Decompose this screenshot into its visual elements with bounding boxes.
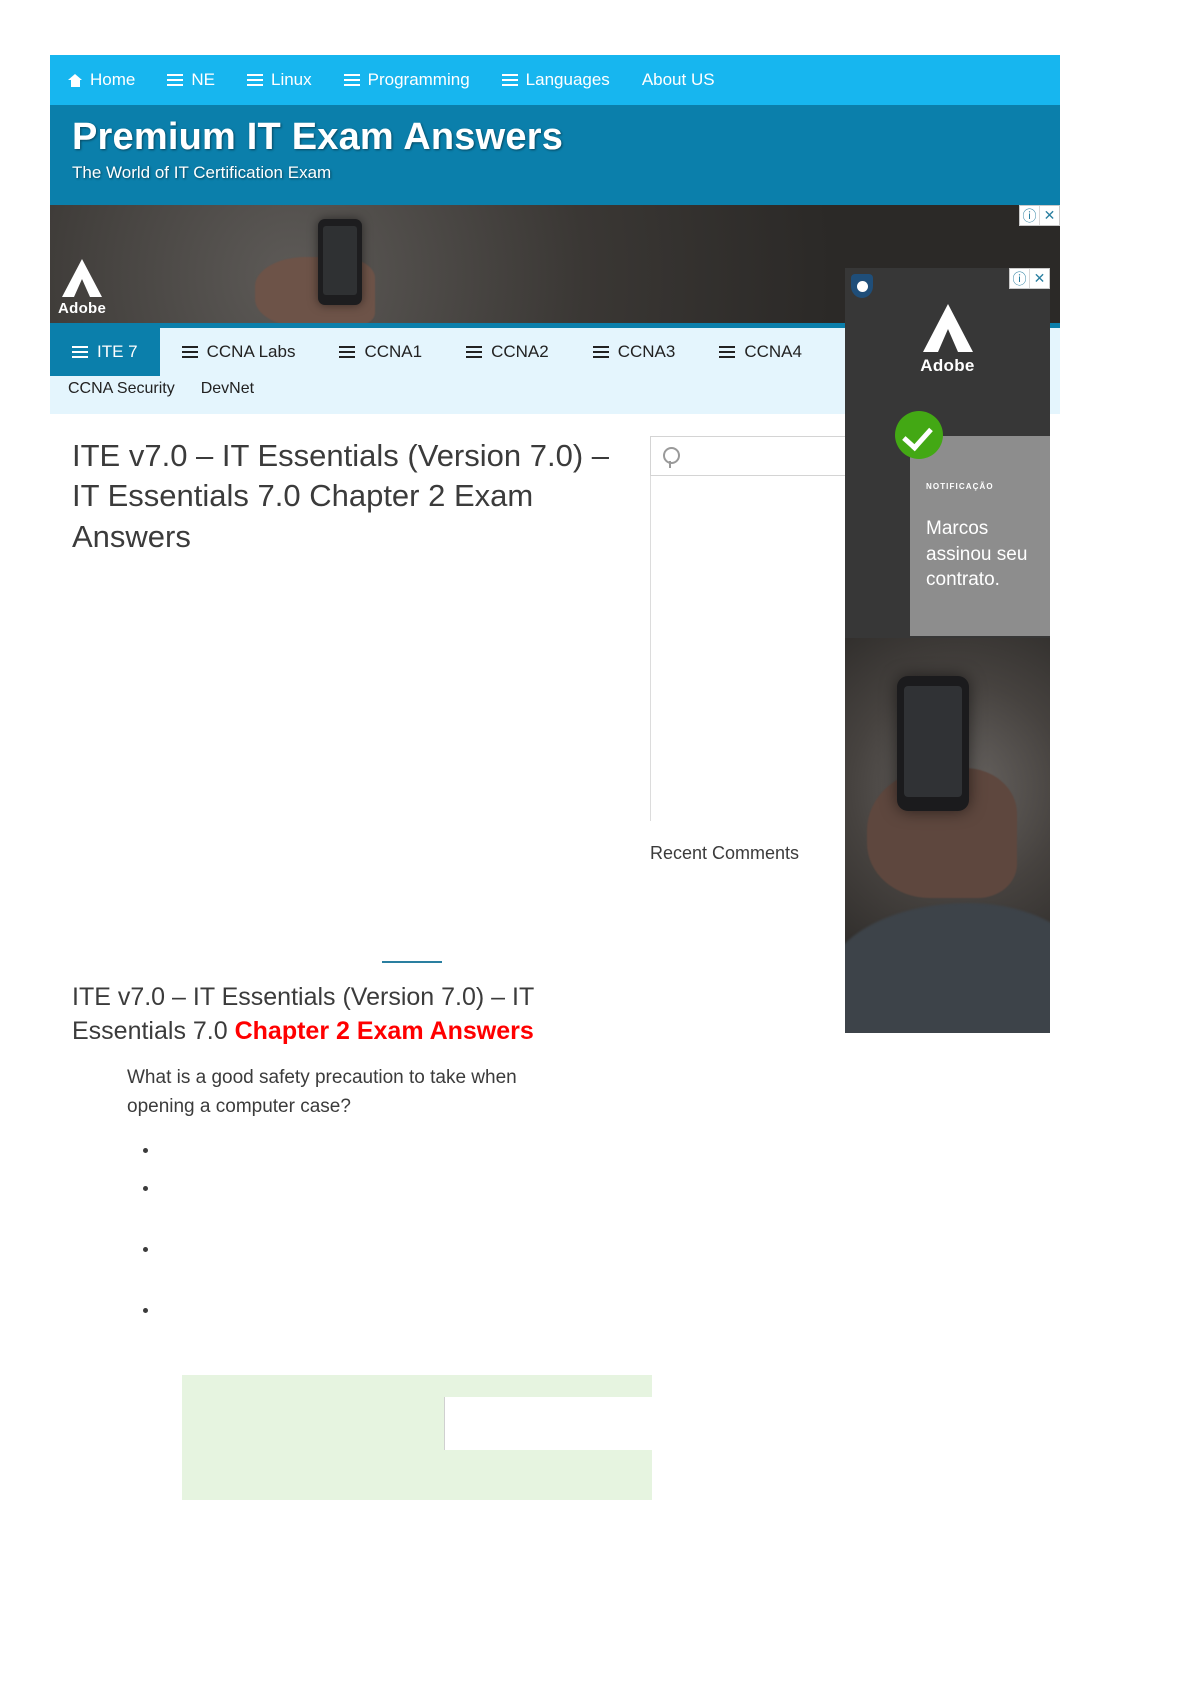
nav-item-home[interactable]: Home [68,70,151,90]
square-ad[interactable]: Adobe NOTIFICAÇÃO Marcos assinou seu con… [845,268,1050,1033]
hamburger-icon [72,345,88,359]
hamburger-icon [181,345,198,359]
post-media-placeholder [72,557,628,947]
primary-navbar: Home NE Linux Programming Languages Abou… [50,55,1060,105]
answer-option[interactable] [160,1299,628,1320]
nav-item-label: Linux [270,70,312,89]
nav-item-linux[interactable]: Linux [246,70,328,90]
hamburger-icon [592,345,609,359]
nav-item-ne[interactable]: NE [167,70,231,90]
notification-label: NOTIFICAÇÃO [926,482,994,491]
adchoices-info-icon[interactable]: ⓘ [1010,269,1029,288]
course-tab-label: CCNA Labs [206,342,296,361]
nav-item-label: NE [191,70,215,89]
nav-item-label: About US [641,70,715,89]
hamburger-icon [167,73,184,87]
adobe-a-icon [62,259,103,297]
course-tab-ite7[interactable]: ITE 7 [50,328,160,376]
search-icon [663,447,680,468]
home-icon [68,73,82,87]
course-tab-ccna2[interactable]: CCNA2 [444,328,571,376]
ad-phone-image [897,676,969,811]
ad-lap-image [845,903,1050,1033]
nav-item-languages[interactable]: Languages [501,70,626,90]
course-tab-ccna3[interactable]: CCNA3 [571,328,698,376]
site-tagline: The World of IT Certification Exam [72,162,332,182]
notification-card: NOTIFICAÇÃO Marcos assinou seu contrato. [910,436,1050,636]
course-tab-ccna4[interactable]: CCNA4 [697,328,824,376]
square-ad-photo [845,638,1050,1033]
ad-phone-image [318,219,362,305]
verified-badge-icon [851,274,873,298]
notification-message: Marcos assinou seu contrato. [926,518,1028,591]
adobe-wordmark: Adobe [920,356,975,375]
close-icon[interactable]: ✕ [1039,206,1059,225]
adobe-wordmark: Adobe [58,300,107,317]
course-tab-ccna-security[interactable]: CCNA Security [68,380,175,398]
answer-option[interactable] [160,1177,628,1198]
course-tab-ccna-labs[interactable]: CCNA Labs [160,328,318,376]
adchoices-info-icon[interactable]: ⓘ [1020,206,1039,225]
leaderboard-ad-controls: ⓘ ✕ [1019,205,1060,226]
course-tab-label: CCNA3 [617,342,676,361]
article-column: ITE v7.0 – IT Essentials (Version 7.0) –… [50,436,652,1501]
nav-item-label: Languages [525,70,610,89]
adobe-a-icon [922,304,973,352]
hamburger-icon [339,345,356,359]
course-tab-label: ITE 7 [97,342,138,361]
success-check-icon [895,411,943,459]
close-icon[interactable]: ✕ [1029,269,1049,288]
course-tab-label: CCNA4 [744,342,802,361]
square-ad-top-panel: Adobe NOTIFICAÇÃO Marcos assinou seu con… [845,268,1050,638]
entry-heading: ITE v7.0 – IT Essentials (Version 7.0) –… [72,981,628,1049]
nav-item-label: Programming [367,70,470,89]
explanation-box [182,1375,652,1501]
answer-option[interactable] [160,1238,628,1259]
section-divider [382,960,442,963]
course-tab-label: CCNA1 [364,342,423,361]
hamburger-icon [719,345,736,359]
answer-option[interactable] [160,1139,628,1160]
site-header: Premium IT Exam Answers The World of IT … [50,105,1060,205]
hamburger-icon [246,73,263,87]
adobe-logo: Adobe [845,302,1050,376]
answer-options-list [142,1139,628,1320]
hamburger-icon [343,73,360,87]
nav-item-label: Home [90,70,136,89]
exam-question-text: What is a good safety precaution to take… [127,1067,517,1117]
page-title: ITE v7.0 – IT Essentials (Version 7.0) –… [72,438,610,554]
explanation-inset-panel [444,1397,652,1451]
square-ad-controls: ⓘ ✕ [1009,268,1050,289]
hamburger-icon [466,345,483,359]
course-tab-label: CCNA2 [491,342,549,361]
entry-heading-highlight: Chapter 2 Exam Answers [234,1016,534,1045]
adobe-logo: Adobe [58,257,106,317]
course-tab-ccna1[interactable]: CCNA1 [317,328,444,376]
nav-item-about-us[interactable]: About US [642,70,731,90]
hamburger-icon [501,73,518,87]
nav-item-programming[interactable]: Programming [343,70,486,90]
course-tab-devnet[interactable]: DevNet [201,380,254,398]
site-title[interactable]: Premium IT Exam Answers [72,116,1060,159]
